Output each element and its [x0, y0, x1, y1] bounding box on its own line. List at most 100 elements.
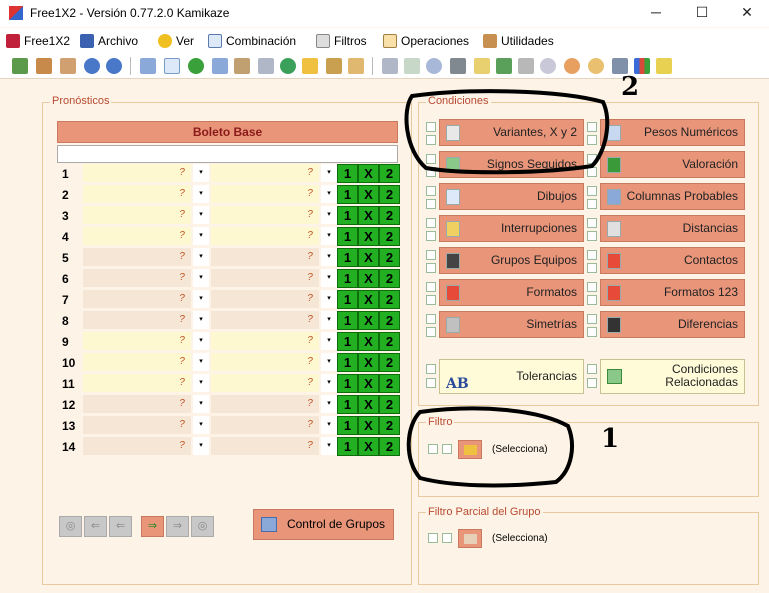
signos-seguidos-button[interactable]: Signos Seguidos — [439, 151, 584, 178]
formatos-button[interactable]: Formatos — [439, 279, 584, 306]
option-1-button[interactable]: 1 — [337, 437, 358, 456]
contactos-checkbox[interactable] — [587, 250, 597, 260]
pick-a-dropdown[interactable]: ▾ — [193, 416, 209, 434]
option-2-button[interactable]: 2 — [379, 164, 400, 183]
note-icon[interactable] — [348, 58, 364, 74]
wrench-icon[interactable] — [36, 58, 52, 74]
team-a-cell[interactable] — [83, 332, 173, 350]
option-2-button[interactable]: 2 — [379, 374, 400, 393]
last-icon[interactable]: ◎ — [191, 516, 214, 537]
team-a-cell[interactable] — [83, 311, 173, 329]
team-b-cell[interactable] — [211, 185, 301, 203]
option-x-button[interactable]: X — [358, 206, 379, 225]
option-2-button[interactable]: 2 — [379, 185, 400, 204]
option-2-button[interactable]: 2 — [379, 311, 400, 330]
pick-a-dropdown[interactable]: ▾ — [193, 311, 209, 329]
simetrias-button[interactable]: Simetrías — [439, 311, 584, 338]
valoracion-checkbox[interactable] — [587, 154, 597, 164]
team-b-cell[interactable] — [211, 311, 301, 329]
variantes-x-y-2-checkbox[interactable] — [426, 122, 436, 132]
option-1-button[interactable]: 1 — [337, 353, 358, 372]
filtro-parcial-checkbox[interactable] — [428, 533, 438, 543]
diferencias-checkbox[interactable] — [587, 314, 597, 324]
distancias-checkbox-2[interactable] — [587, 231, 597, 241]
import-icon[interactable] — [234, 58, 250, 74]
pesos-numericos-checkbox-2[interactable] — [587, 135, 597, 145]
grupos-equipos-checkbox[interactable] — [426, 250, 436, 260]
pick-b-dropdown[interactable]: ▾ — [321, 290, 337, 308]
simetrias-checkbox[interactable] — [426, 314, 436, 324]
calculator-icon[interactable] — [382, 58, 398, 74]
option-x-button[interactable]: X — [358, 311, 379, 330]
signos-seguidos-checkbox-2[interactable] — [426, 167, 436, 177]
tolerancias-button[interactable]: AB Tolerancias — [439, 359, 584, 394]
variantes-x-y-2-button[interactable]: Variantes, X y 2 — [439, 119, 584, 146]
signos-seguidos-checkbox[interactable] — [426, 154, 436, 164]
contactos-button[interactable]: Contactos — [600, 247, 745, 274]
option-1-button[interactable]: 1 — [337, 227, 358, 246]
menu-utilidades[interactable]: Utilidades — [483, 32, 554, 50]
option-x-button[interactable]: X — [358, 374, 379, 393]
pencil-icon[interactable] — [656, 58, 672, 74]
print-preview-icon[interactable] — [258, 58, 274, 74]
pick-a-dropdown[interactable]: ▾ — [193, 374, 209, 392]
distancias-button[interactable]: Distancias — [600, 215, 745, 242]
grupos-equipos-checkbox-2[interactable] — [426, 263, 436, 273]
info-icon[interactable] — [106, 58, 122, 74]
valoracion-button[interactable]: Valoración — [600, 151, 745, 178]
team-b-cell[interactable] — [211, 416, 301, 434]
columnas-probables-button[interactable]: Columnas Probables — [600, 183, 745, 210]
menu-operaciones[interactable]: Operaciones — [383, 32, 469, 50]
page-icon[interactable] — [164, 58, 180, 74]
edit-icon[interactable] — [326, 58, 342, 74]
filtro-checkbox[interactable] — [428, 444, 438, 454]
search-icon[interactable] — [588, 58, 604, 74]
zoom-in-icon[interactable] — [564, 58, 580, 74]
formatos-123-button[interactable]: Formatos 123 — [600, 279, 745, 306]
interrupciones-button[interactable]: Interrupciones — [439, 215, 584, 242]
next-icon[interactable]: ⇒ — [141, 516, 164, 537]
condiciones-relacionadas-button[interactable]: Condiciones Relacionadas — [600, 359, 745, 394]
boleto-name-input[interactable] — [57, 145, 398, 163]
option-1-button[interactable]: 1 — [337, 206, 358, 225]
pick-b-dropdown[interactable]: ▾ — [321, 395, 337, 413]
menu-ver[interactable]: Ver — [158, 32, 194, 50]
eraser-icon[interactable] — [518, 58, 534, 74]
option-2-button[interactable]: 2 — [379, 206, 400, 225]
distancias-checkbox[interactable] — [587, 218, 597, 228]
pick-b-dropdown[interactable]: ▾ — [321, 185, 337, 203]
relacionadas-checkbox[interactable] — [587, 364, 597, 374]
maximize-button[interactable]: ☐ — [679, 0, 725, 27]
dibujos-button[interactable]: Dibujos — [439, 183, 584, 210]
team-b-cell[interactable] — [211, 353, 301, 371]
option-1-button[interactable]: 1 — [337, 290, 358, 309]
dibujos-checkbox[interactable] — [426, 186, 436, 196]
relacionadas-checkbox-2[interactable] — [587, 378, 597, 388]
team-b-cell[interactable] — [211, 290, 301, 308]
pick-b-dropdown[interactable]: ▾ — [321, 269, 337, 287]
option-2-button[interactable]: 2 — [379, 227, 400, 246]
pick-a-dropdown[interactable]: ▾ — [193, 437, 209, 455]
team-a-cell[interactable] — [83, 164, 173, 182]
pick-a-dropdown[interactable]: ▾ — [193, 353, 209, 371]
option-x-button[interactable]: X — [358, 185, 379, 204]
option-x-button[interactable]: X — [358, 164, 379, 183]
filtro-checkbox-2[interactable] — [442, 444, 452, 454]
team-a-cell[interactable] — [83, 374, 173, 392]
pick-a-dropdown[interactable]: ▾ — [193, 332, 209, 350]
grupos-equipos-button[interactable]: Grupos Equipos — [439, 247, 584, 274]
team-a-cell[interactable] — [83, 290, 173, 308]
team-b-cell[interactable] — [211, 269, 301, 287]
pick-b-dropdown[interactable]: ▾ — [321, 164, 337, 182]
option-x-button[interactable]: X — [358, 332, 379, 351]
diferencias-checkbox-2[interactable] — [587, 327, 597, 337]
option-1-button[interactable]: 1 — [337, 185, 358, 204]
export-icon[interactable] — [12, 58, 28, 74]
grid-icon[interactable] — [140, 58, 156, 74]
pick-b-dropdown[interactable]: ▾ — [321, 311, 337, 329]
table-icon[interactable] — [212, 58, 228, 74]
interrupciones-checkbox[interactable] — [426, 218, 436, 228]
pick-a-dropdown[interactable]: ▾ — [193, 248, 209, 266]
option-1-button[interactable]: 1 — [337, 416, 358, 435]
option-x-button[interactable]: X — [358, 290, 379, 309]
